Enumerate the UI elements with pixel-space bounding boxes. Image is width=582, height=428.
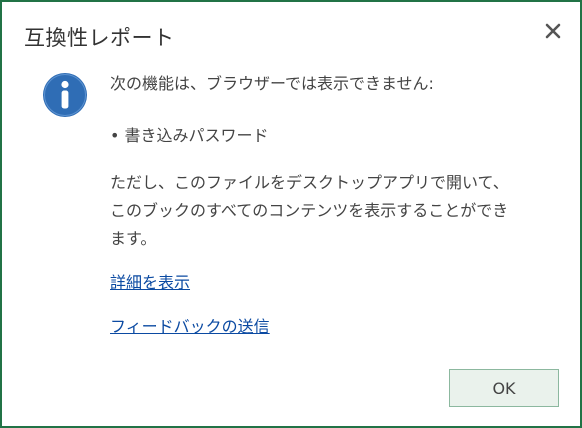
- dialog-content: 次の機能は、ブラウザーでは表示できません: • 書き込みパスワード ただし、この…: [110, 72, 565, 339]
- message-text: 次の機能は、ブラウザーでは表示できません:: [110, 74, 434, 93]
- note-line-1: ただし、このファイルをデスクトップアプリで開いて、: [110, 173, 509, 192]
- send-feedback-link[interactable]: フィードバックの送信: [110, 315, 270, 339]
- ok-button[interactable]: OK: [449, 369, 559, 407]
- note-line-2: このブックのすべてのコンテンツを表示することができ: [110, 201, 509, 220]
- note-line-3: ます。: [110, 229, 157, 248]
- feature-list-item: • 書き込みパスワード: [110, 126, 269, 145]
- close-button[interactable]: [538, 16, 568, 46]
- close-icon: [545, 23, 561, 39]
- dialog-title: 互換性レポート: [24, 26, 175, 50]
- show-details-link[interactable]: 詳細を表示: [110, 271, 190, 295]
- compatibility-report-dialog: 互換性レポート 次の機能は、ブラウザーでは表示できません: • 書き込みパスワー…: [0, 0, 582, 428]
- note-text: ただし、このファイルをデスクトップアプリで開いて、 このブックのすべてのコンテンツ…: [110, 169, 565, 253]
- info-icon: [43, 73, 87, 117]
